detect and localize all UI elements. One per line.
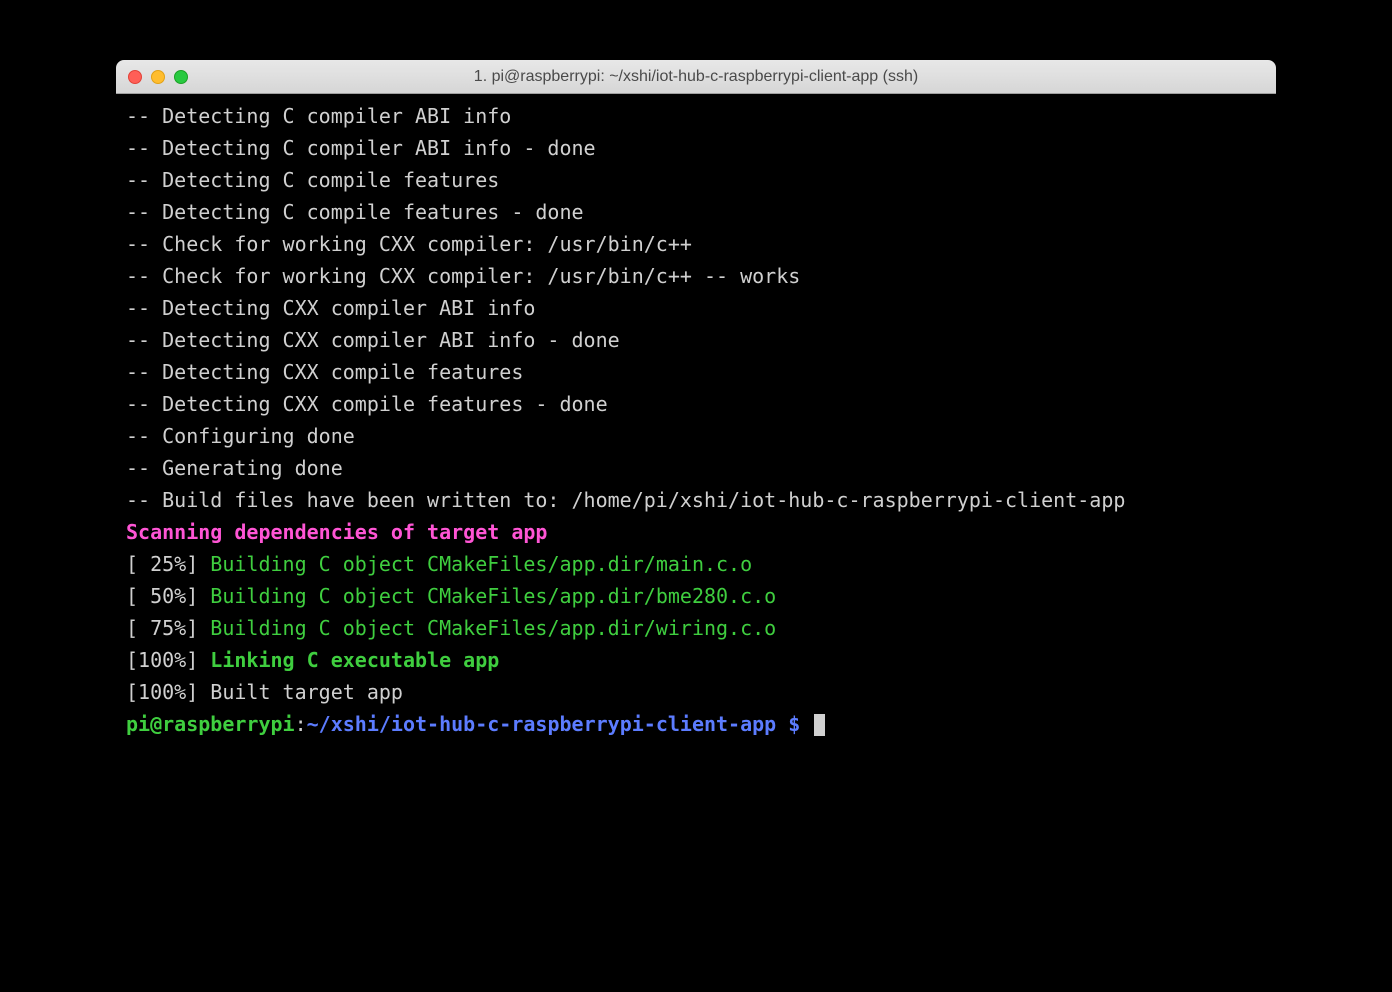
minimize-icon[interactable] (151, 70, 165, 84)
build-text: Building C object CMakeFiles/app.dir/bme… (210, 584, 776, 608)
output-line-build: [ 25%] Building C object CMakeFiles/app.… (126, 548, 1266, 580)
zoom-icon[interactable] (174, 70, 188, 84)
output-line: -- Check for working CXX compiler: /usr/… (126, 260, 1266, 292)
prompt-line[interactable]: pi@raspberrypi:~/xshi/iot-hub-c-raspberr… (126, 708, 1266, 740)
titlebar[interactable]: 1. pi@raspberrypi: ~/xshi/iot-hub-c-rasp… (116, 60, 1276, 94)
terminal-body[interactable]: -- Detecting C compiler ABI info -- Dete… (116, 94, 1276, 854)
build-text: Building C object CMakeFiles/app.dir/wir… (210, 616, 776, 640)
output-line: -- Detecting C compiler ABI info - done (126, 132, 1266, 164)
output-line: -- Detecting CXX compile features - done (126, 388, 1266, 420)
output-line: -- Detecting CXX compiler ABI info (126, 292, 1266, 324)
link-text: Linking C executable app (210, 648, 499, 672)
traffic-lights (128, 70, 188, 84)
output-line: -- Configuring done (126, 420, 1266, 452)
output-line: -- Detecting CXX compile features (126, 356, 1266, 388)
output-line: -- Detecting C compile features (126, 164, 1266, 196)
output-line: -- Detecting CXX compiler ABI info - don… (126, 324, 1266, 356)
build-percent: [100%] (126, 648, 210, 672)
output-line: -- Detecting C compile features - done (126, 196, 1266, 228)
output-line-scan: Scanning dependencies of target app (126, 516, 1266, 548)
build-percent: [ 75%] (126, 616, 210, 640)
window-title: 1. pi@raspberrypi: ~/xshi/iot-hub-c-rasp… (116, 68, 1276, 86)
prompt-space (800, 712, 812, 736)
prompt-user: pi@raspberrypi (126, 712, 295, 736)
prompt-colon: : (295, 712, 307, 736)
build-percent: [ 50%] (126, 584, 210, 608)
terminal-window: 1. pi@raspberrypi: ~/xshi/iot-hub-c-rasp… (116, 60, 1276, 854)
build-text: Building C object CMakeFiles/app.dir/mai… (210, 552, 752, 576)
output-line: -- Detecting C compiler ABI info (126, 100, 1266, 132)
output-line-build: [ 75%] Building C object CMakeFiles/app.… (126, 612, 1266, 644)
output-line-build: [ 50%] Building C object CMakeFiles/app.… (126, 580, 1266, 612)
output-line: -- Generating done (126, 452, 1266, 484)
close-icon[interactable] (128, 70, 142, 84)
output-line-link: [100%] Linking C executable app (126, 644, 1266, 676)
output-line-built: [100%] Built target app (126, 676, 1266, 708)
build-percent: [ 25%] (126, 552, 210, 576)
output-line: -- Check for working CXX compiler: /usr/… (126, 228, 1266, 260)
prompt-path: ~/xshi/iot-hub-c-raspberrypi-client-app … (307, 712, 801, 736)
cursor-icon (814, 714, 825, 736)
output-line: -- Build files have been written to: /ho… (126, 484, 1266, 516)
